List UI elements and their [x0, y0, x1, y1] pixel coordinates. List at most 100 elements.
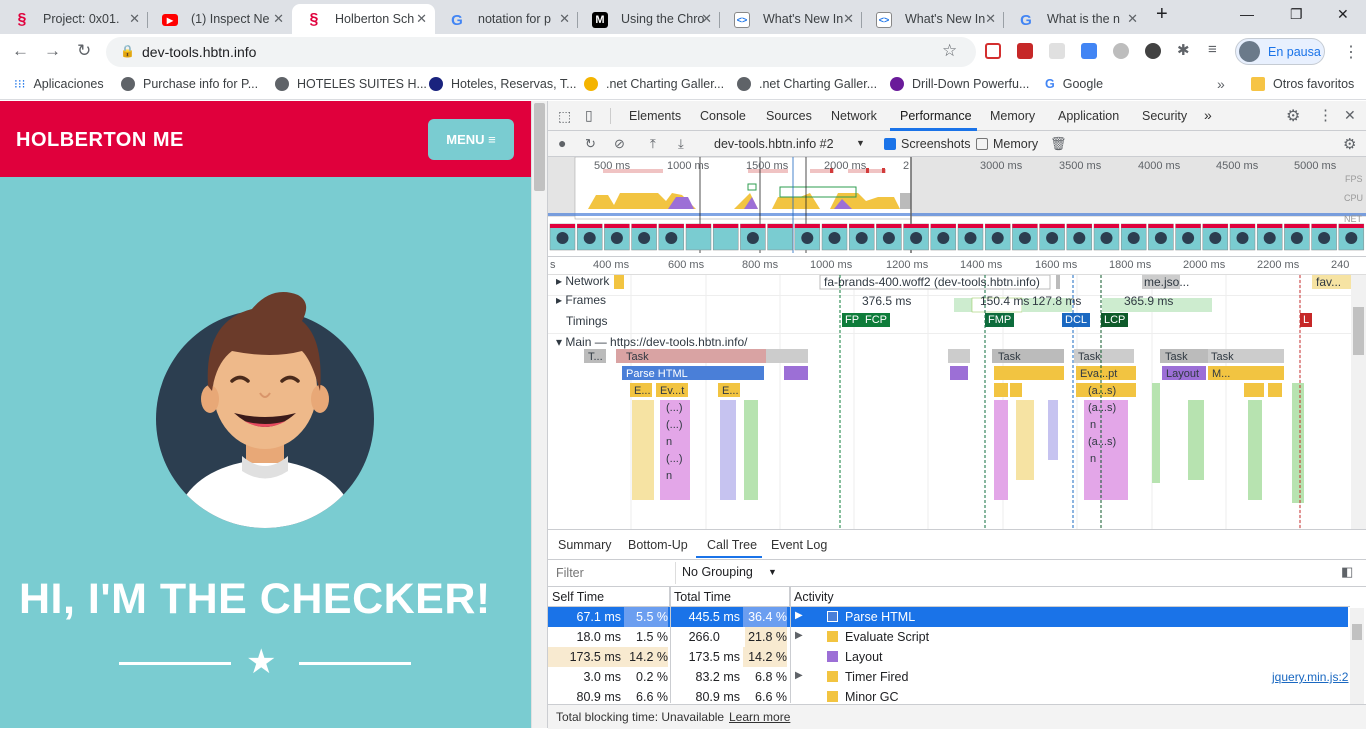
screenshot-thumbnail[interactable]	[767, 223, 793, 251]
page-scrollbar[interactable]	[531, 101, 547, 728]
close-tab-icon[interactable]: ✕	[985, 11, 996, 27]
flame-entry[interactable]: (...)	[666, 402, 683, 414]
tab-event-log[interactable]: Event Log	[771, 538, 827, 552]
inspect-element-icon[interactable]: ⬚	[558, 108, 571, 125]
maximize-button[interactable]: ❐	[1290, 6, 1303, 23]
flame-entry[interactable]: Task	[998, 351, 1021, 363]
column-self-time[interactable]: Self Time	[548, 587, 670, 607]
screenshot-thumbnail[interactable]	[712, 223, 739, 251]
browser-menu-icon[interactable]: ⋮	[1343, 42, 1359, 62]
close-tab-icon[interactable]: ✕	[273, 11, 284, 27]
tab-elements[interactable]: Elements	[629, 109, 681, 123]
bookmark-item[interactable]: .net Charting Galler...	[584, 77, 724, 91]
browser-tab[interactable]: G What is the n ✕	[1004, 4, 1146, 34]
recording-select[interactable]: dev-tools.hbtn.info #2	[714, 137, 834, 151]
device-toolbar-icon[interactable]: ▯	[585, 107, 593, 124]
toggle-sidebar-icon[interactable]: ◧	[1341, 564, 1353, 580]
flame-entry[interactable]: M...	[1212, 368, 1230, 380]
select-arrow-icon[interactable]: ▼	[768, 567, 777, 577]
more-tabs-icon[interactable]: »	[1204, 107, 1212, 123]
close-devtools-icon[interactable]: ✕	[1344, 107, 1356, 124]
new-tab-button[interactable]: +	[1156, 3, 1168, 26]
screenshot-thumbnail[interactable]	[876, 223, 902, 251]
translate-extension-icon[interactable]	[1081, 43, 1097, 59]
expand-arrow-icon[interactable]: ▶	[795, 670, 803, 681]
bookmark-item[interactable]: .net Charting Galler...	[737, 77, 877, 91]
timing-marker-load[interactable]: L	[1300, 313, 1313, 327]
screenshot-thumbnail[interactable]	[1175, 223, 1201, 251]
main-track-toggle[interactable]: ▾ Main — https://dev-tools.hbtn.info/	[556, 335, 747, 349]
tab-security[interactable]: Security	[1142, 109, 1187, 123]
screenshot-thumbnail[interactable]	[1066, 223, 1093, 251]
flame-entry[interactable]: (...)	[666, 419, 683, 431]
settings-gear-icon[interactable]: ⚙	[1286, 106, 1300, 126]
network-track-toggle[interactable]: ▸ Network	[556, 274, 609, 288]
network-request[interactable]: me.jso...	[1144, 275, 1189, 289]
close-tab-icon[interactable]: ✕	[701, 11, 712, 27]
site-brand[interactable]: HOLBERTON ME	[16, 129, 184, 152]
tab-memory[interactable]: Memory	[990, 109, 1035, 123]
screenshot-thumbnail[interactable]	[1229, 223, 1256, 251]
collect-garbage-icon[interactable]: 🗑	[1050, 136, 1067, 152]
tab-sources[interactable]: Sources	[766, 109, 812, 123]
frame-duration[interactable]: 376.5 ms	[862, 294, 911, 308]
screenshot-thumbnail[interactable]	[984, 223, 1011, 251]
devtools-menu-icon[interactable]: ⋮	[1318, 106, 1333, 124]
browser-tab[interactable]: M Using the Chro ✕	[578, 4, 720, 34]
extension-icon[interactable]	[985, 43, 1001, 59]
extensions-puzzle-icon[interactable]: ✱	[1177, 41, 1190, 59]
screenshot-thumbnail[interactable]	[1338, 223, 1365, 251]
timing-marker-fp[interactable]: FP	[842, 313, 863, 327]
flame-entry[interactable]: n	[1090, 453, 1096, 465]
column-activity[interactable]: Activity	[790, 587, 1350, 607]
network-request[interactable]: fav...	[1316, 275, 1341, 289]
select-arrow-icon[interactable]: ▼	[856, 138, 865, 148]
media-control-icon[interactable]: ≡	[1208, 41, 1217, 58]
flame-entry[interactable]: n	[666, 470, 672, 482]
close-tab-icon[interactable]: ✕	[416, 11, 427, 27]
screenshot-thumbnail[interactable]	[1012, 223, 1038, 251]
scrollbar-thumb[interactable]	[1353, 307, 1364, 355]
timing-marker-lcp[interactable]: LCP	[1101, 313, 1129, 327]
bookmark-item[interactable]: Hoteles, Reservas, T...	[429, 77, 577, 91]
timeline-overview[interactable]: 500 ms 1000 ms 1500 ms 2000 ms 2 3000 ms…	[548, 157, 1366, 257]
tab-performance[interactable]: Performance	[900, 109, 972, 123]
flame-entry[interactable]: (a...s)	[1088, 436, 1116, 448]
browser-tab[interactable]: <> What's New In ✕	[720, 4, 862, 34]
bookmark-folder[interactable]: Otros favoritos	[1251, 77, 1354, 91]
browser-tab[interactable]: ▶ (1) Inspect Ne ✕	[148, 4, 292, 34]
flame-entry[interactable]: T...	[588, 351, 603, 363]
screenshot-thumbnail[interactable]	[903, 223, 929, 251]
flame-entry[interactable]: (a...s)	[1088, 402, 1116, 414]
screenshot-thumbnail[interactable]	[794, 223, 821, 251]
flame-entry[interactable]: Task	[626, 351, 649, 363]
column-total-time[interactable]: Total Time	[670, 587, 790, 607]
frame-duration[interactable]: 365.9 ms	[1124, 294, 1173, 308]
screenshot-thumbnail[interactable]	[1311, 223, 1337, 251]
checkbox-checked-icon[interactable]	[884, 138, 896, 150]
frames-track-toggle[interactable]: ▸ Frames	[556, 293, 606, 307]
pdf-extension-icon[interactable]	[1017, 43, 1033, 59]
extension-icon[interactable]	[1145, 43, 1161, 59]
load-profile-icon[interactable]: ⤒	[650, 136, 656, 152]
bookmark-star-icon[interactable]: ☆	[942, 41, 957, 61]
clear-icon[interactable]: ⊘	[614, 136, 625, 152]
screenshot-thumbnail[interactable]	[930, 223, 957, 251]
browser-tab[interactable]: <> What's New In ✕	[862, 4, 1004, 34]
timing-marker-fmp[interactable]: FMP	[985, 313, 1015, 327]
source-link[interactable]: jquery.min.js:2	[1272, 670, 1348, 684]
tab-network[interactable]: Network	[831, 109, 877, 123]
flame-scrollbar[interactable]	[1351, 275, 1366, 529]
screenshots-checkbox[interactable]: Screenshots	[884, 137, 970, 151]
expand-arrow-icon[interactable]: ▶	[795, 630, 803, 641]
screenshot-thumbnail[interactable]	[576, 223, 603, 251]
screenshot-thumbnail[interactable]	[631, 223, 657, 251]
bookmark-item[interactable]: Purchase info for P...	[121, 77, 258, 91]
flame-entry[interactable]: Parse HTML	[626, 368, 688, 380]
table-scrollbar[interactable]	[1350, 608, 1364, 704]
screenshot-thumbnail[interactable]	[1039, 223, 1065, 251]
more-bookmarks-icon[interactable]: »	[1217, 76, 1225, 92]
screenshot-thumbnail[interactable]	[685, 223, 712, 251]
flame-entry[interactable]: Ev...t	[660, 385, 684, 397]
screenshot-thumbnail[interactable]	[1256, 223, 1283, 251]
